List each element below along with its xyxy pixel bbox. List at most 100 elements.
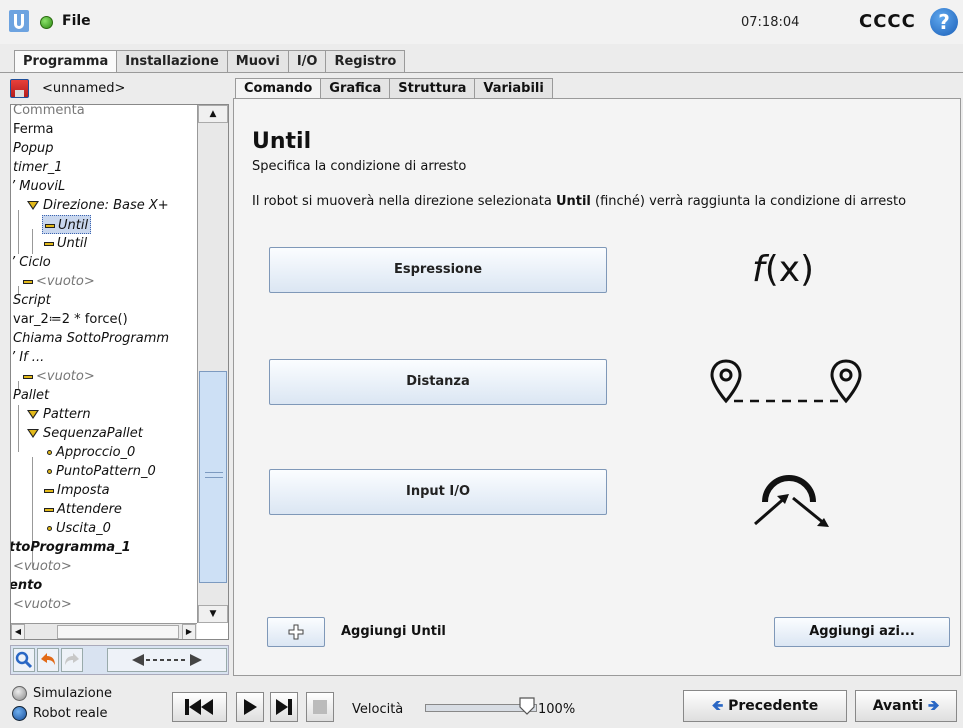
page-subtitle: Specifica la condizione di arresto	[252, 159, 467, 174]
tree-item[interactable]: ’ MuoviL	[11, 177, 65, 196]
distance-button[interactable]: Distanza	[269, 359, 607, 405]
tree-item[interactable]: Until	[44, 234, 87, 253]
arrow-right-icon: 🡺	[927, 698, 940, 714]
expression-button[interactable]: Espressione	[269, 247, 607, 293]
clock: 07:18:04	[741, 15, 800, 30]
tree-item[interactable]: <vuoto>	[13, 557, 72, 576]
tree-item[interactable]: Attendere	[44, 500, 122, 519]
tree-item[interactable]: Direzione: Base X+	[27, 196, 169, 215]
rewind-icon	[184, 699, 213, 715]
play-button[interactable]	[236, 692, 264, 722]
real-robot-radio-icon[interactable]	[12, 706, 27, 721]
tree-rows: Commenta Ferma Popup timer_1 ’ MuoviL Di…	[11, 105, 197, 623]
mode-simulation[interactable]: Simulazione	[12, 686, 112, 701]
io-input-button[interactable]: Input I/O	[269, 469, 607, 515]
add-action-button[interactable]: Aggiungi azi...	[774, 617, 950, 647]
command-panel: Until Specifica la condizione di arresto…	[233, 98, 961, 676]
help-icon[interactable]: ?	[930, 8, 958, 36]
scroll-left-icon[interactable]: ◀	[11, 624, 25, 639]
tree-line	[32, 229, 33, 254]
tab-variabili[interactable]: Variabili	[474, 78, 553, 99]
tab-installazione[interactable]: Installazione	[116, 50, 228, 72]
step-icon	[276, 699, 292, 715]
tab-io[interactable]: I/O	[287, 50, 327, 72]
tree-item[interactable]: Commenta	[13, 105, 85, 120]
arrow-left-icon: 🡸	[711, 698, 724, 714]
simulation-radio-icon[interactable]	[12, 686, 27, 701]
tab-registro[interactable]: Registro	[325, 50, 406, 72]
io-input-icon	[754, 475, 829, 527]
folder-triangle-icon	[27, 410, 39, 419]
rewind-button[interactable]	[172, 692, 227, 722]
main-tabs: Programma Installazione Muovi I/O Regist…	[14, 50, 406, 73]
tree-item[interactable]: <vuoto>	[13, 595, 72, 614]
waypoint-icon	[47, 526, 52, 531]
tree-horizontal-scrollbar[interactable]: ◀ ▶	[11, 623, 197, 639]
tree-item[interactable]: Chiama SottoProgramm	[13, 329, 169, 348]
tree-item[interactable]: ento	[11, 576, 42, 595]
tree-item[interactable]: Script	[13, 291, 51, 310]
robot-name: CCCC	[859, 11, 916, 32]
tree-item[interactable]: ttoProgramma_1	[11, 538, 131, 557]
undo-icon[interactable]	[37, 648, 59, 672]
tree-item[interactable]: <vuoto>	[23, 272, 95, 291]
speed-value: 100%	[538, 702, 576, 717]
previous-button[interactable]: 🡸 Precedente	[683, 690, 847, 722]
waypoint-icon	[47, 469, 52, 474]
stop-button[interactable]	[306, 692, 334, 722]
tree-item[interactable]: Approccio_0	[47, 443, 135, 462]
speed-slider-handle[interactable]	[518, 697, 536, 715]
tree-line	[18, 210, 19, 254]
waypoint-icon	[47, 450, 52, 455]
tree-vertical-scrollbar[interactable]: ▲ ▼	[197, 105, 228, 623]
scroll-right-icon[interactable]: ▶	[182, 624, 196, 639]
folder-triangle-icon	[27, 201, 39, 210]
top-bar: File 07:18:04 CCCC ?	[0, 0, 963, 44]
tree-item[interactable]: Imposta	[44, 481, 110, 500]
tree-item[interactable]: Popup	[13, 139, 54, 158]
page-title: Until	[252, 129, 312, 154]
tree-item[interactable]: Pattern	[27, 405, 91, 424]
file-menu[interactable]: File	[62, 13, 91, 29]
step-button[interactable]	[270, 692, 298, 722]
tree-item[interactable]: ’ If ...	[11, 348, 44, 367]
node-icon	[23, 374, 33, 379]
tab-grafica[interactable]: Grafica	[320, 78, 391, 99]
scroll-up-icon[interactable]: ▲	[198, 105, 228, 123]
stop-icon	[313, 700, 327, 714]
move-node-icon[interactable]	[107, 648, 227, 672]
tab-programma[interactable]: Programma	[14, 50, 118, 73]
ur-logo-icon	[9, 10, 29, 32]
redo-icon[interactable]	[61, 648, 83, 672]
tree-item[interactable]: Pallet	[13, 386, 49, 405]
save-icon[interactable]	[10, 79, 29, 98]
tab-divider	[0, 72, 963, 73]
search-icon[interactable]	[13, 648, 35, 672]
scroll-down-icon[interactable]: ▼	[198, 605, 228, 623]
next-button[interactable]: Avanti 🡺	[855, 690, 957, 722]
tree-item[interactable]: SequenzaPallet	[27, 424, 143, 443]
tree-toolbar	[10, 645, 229, 675]
plus-icon	[288, 624, 304, 640]
tree-item[interactable]: <vuoto>	[23, 367, 95, 386]
tab-comando[interactable]: Comando	[235, 78, 322, 99]
tab-struttura[interactable]: Struttura	[389, 78, 476, 99]
tree-item[interactable]: var_2≔2 * force()	[13, 310, 128, 329]
scroll-thumb[interactable]	[199, 371, 227, 583]
tree-item[interactable]: Uscita_0	[47, 519, 111, 538]
tree-item[interactable]: Ferma	[13, 120, 54, 139]
node-icon	[44, 488, 54, 493]
program-tree: Commenta Ferma Popup timer_1 ’ MuoviL Di…	[10, 104, 229, 640]
tab-muovi[interactable]: Muovi	[226, 50, 289, 72]
node-icon	[23, 279, 33, 284]
tree-item[interactable]: ’ Ciclo	[11, 253, 51, 272]
scroll-thumb[interactable]	[57, 625, 179, 639]
status-dot-icon	[40, 16, 53, 29]
mode-real-robot[interactable]: Robot reale	[12, 706, 107, 721]
tree-item-selected[interactable]: Until	[42, 215, 92, 234]
node-icon	[45, 223, 55, 228]
tree-line	[18, 405, 19, 452]
tree-item[interactable]: timer_1	[13, 158, 63, 177]
add-until-button[interactable]	[267, 617, 325, 647]
tree-item[interactable]: PuntoPattern_0	[47, 462, 156, 481]
